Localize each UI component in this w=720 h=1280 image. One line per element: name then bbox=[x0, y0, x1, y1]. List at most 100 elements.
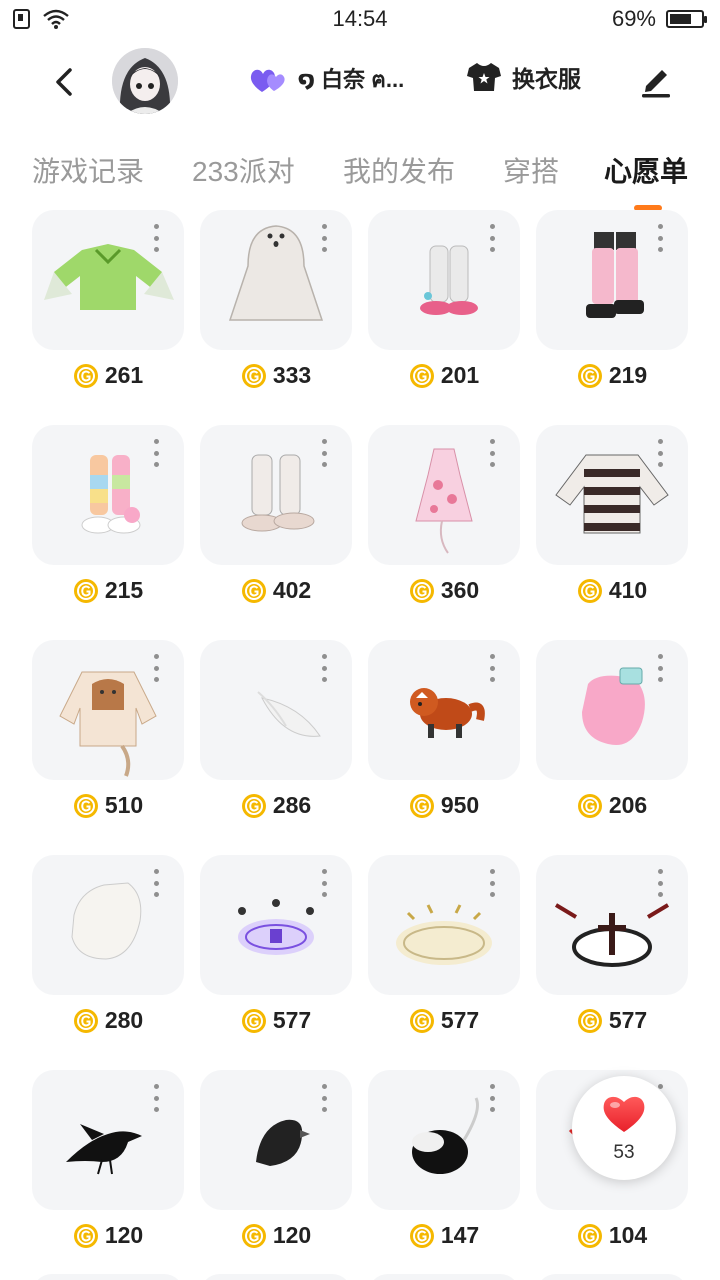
item-price: 577 bbox=[440, 1007, 480, 1033]
wishlist-item-card[interactable] bbox=[368, 855, 520, 995]
price-row: 950 bbox=[368, 792, 520, 819]
username-group[interactable]: ໑ 白奈 ฅ... bbox=[248, 62, 404, 97]
more-options-button[interactable] bbox=[318, 654, 330, 682]
coin-icon bbox=[577, 1223, 602, 1248]
wishlist-item[interactable]: 577 bbox=[368, 855, 520, 1055]
more-options-button[interactable] bbox=[486, 224, 498, 252]
wishlist-item-card[interactable] bbox=[32, 855, 184, 995]
wishlist-item[interactable]: 950 bbox=[368, 640, 520, 840]
more-options-button[interactable] bbox=[486, 1084, 498, 1112]
coin-icon bbox=[241, 1008, 266, 1033]
wishlist-item-card[interactable] bbox=[200, 425, 352, 565]
wishlist-item[interactable]: 219 bbox=[536, 210, 688, 410]
wishlist-item-card[interactable] bbox=[200, 640, 352, 780]
coin-icon bbox=[409, 363, 434, 388]
back-button[interactable] bbox=[44, 62, 84, 102]
more-options-button[interactable] bbox=[486, 439, 498, 467]
more-options-button[interactable] bbox=[318, 1084, 330, 1112]
coin-icon bbox=[577, 793, 602, 818]
wishlist-item-card[interactable] bbox=[368, 425, 520, 565]
coin-icon bbox=[73, 793, 98, 818]
wishlist-item[interactable]: 360 bbox=[368, 425, 520, 625]
coin-icon bbox=[409, 578, 434, 603]
wishlist-item[interactable]: 280 bbox=[32, 855, 184, 1055]
wishlist-item-card[interactable] bbox=[536, 210, 688, 350]
more-options-button[interactable] bbox=[150, 654, 162, 682]
coin-icon bbox=[241, 578, 266, 603]
tab-wishlist[interactable]: 心愿单 bbox=[604, 150, 688, 190]
wishlist-item[interactable]: 147 bbox=[368, 1070, 520, 1270]
price-row: 577 bbox=[200, 1007, 352, 1034]
wishlist-item-card[interactable] bbox=[200, 1070, 352, 1210]
item-price: 333 bbox=[272, 362, 312, 388]
wishlist-item-card[interactable] bbox=[368, 1070, 520, 1210]
wishlist-item[interactable]: 333 bbox=[200, 210, 352, 410]
tab-game-records[interactable]: 游戏记录 bbox=[32, 150, 144, 190]
like-button[interactable]: 53 bbox=[572, 1076, 676, 1180]
wishlist-item-card[interactable] bbox=[32, 1274, 184, 1280]
more-options-button[interactable] bbox=[654, 654, 666, 682]
wishlist-item-card[interactable] bbox=[368, 640, 520, 780]
wishlist-item-card[interactable] bbox=[200, 1274, 352, 1280]
like-count: 53 bbox=[613, 1142, 635, 1163]
price-row: 120 bbox=[32, 1222, 184, 1249]
wishlist-item-card[interactable] bbox=[536, 640, 688, 780]
more-options-button[interactable] bbox=[150, 1084, 162, 1112]
wishlist-item-card[interactable] bbox=[536, 425, 688, 565]
more-options-button[interactable] bbox=[150, 439, 162, 467]
more-options-button[interactable] bbox=[486, 654, 498, 682]
wishlist-item-card[interactable] bbox=[536, 855, 688, 995]
wishlist-item[interactable]: 402 bbox=[200, 425, 352, 625]
wishlist-item-card[interactable] bbox=[32, 1070, 184, 1210]
status-bar: 14:54 69% bbox=[0, 0, 720, 40]
wishlist-item[interactable]: 577 bbox=[200, 855, 352, 1055]
wishlist-item[interactable]: 206 bbox=[536, 640, 688, 840]
profile-tabs: 游戏记录 233派对 我的发布 穿搭 心愿单 bbox=[0, 140, 720, 211]
wishlist-item-card[interactable] bbox=[200, 210, 352, 350]
heart-icon bbox=[603, 1096, 645, 1132]
tab-my-posts[interactable]: 我的发布 bbox=[343, 150, 455, 190]
wishlist-item-card[interactable] bbox=[368, 210, 520, 350]
more-options-button[interactable] bbox=[654, 439, 666, 467]
price-row: 104 bbox=[536, 1222, 688, 1249]
wishlist-item[interactable]: 120 bbox=[32, 1070, 184, 1270]
wishlist-item-card[interactable] bbox=[32, 425, 184, 565]
wishlist-item[interactable]: 510 bbox=[32, 640, 184, 840]
price-row: 215 bbox=[32, 577, 184, 604]
wishlist-item[interactable]: 215 bbox=[32, 425, 184, 625]
item-price: 104 bbox=[608, 1222, 648, 1248]
price-row: 577 bbox=[368, 1007, 520, 1034]
wishlist-item[interactable]: 261 bbox=[32, 210, 184, 410]
wishlist-item-card[interactable] bbox=[368, 1274, 520, 1280]
tab-233-party[interactable]: 233派对 bbox=[192, 150, 295, 190]
wishlist-item[interactable]: 410 bbox=[536, 425, 688, 625]
avatar[interactable] bbox=[112, 48, 178, 114]
more-options-button[interactable] bbox=[654, 869, 666, 897]
tab-outfits[interactable]: 穿搭 bbox=[503, 150, 559, 190]
price-row: 201 bbox=[368, 362, 520, 389]
wishlist-item[interactable]: 286 bbox=[200, 640, 352, 840]
wishlist-item[interactable]: 201 bbox=[368, 210, 520, 410]
username: ໑ 白奈 ฅ... bbox=[298, 67, 405, 92]
change-outfit-button[interactable]: 换衣服 bbox=[466, 60, 581, 94]
price-row: 510 bbox=[32, 792, 184, 819]
more-options-button[interactable] bbox=[486, 869, 498, 897]
more-options-button[interactable] bbox=[318, 439, 330, 467]
item-price: 280 bbox=[104, 1007, 144, 1033]
coin-icon bbox=[577, 1008, 602, 1033]
wishlist-item-card[interactable] bbox=[200, 855, 352, 995]
more-options-button[interactable] bbox=[318, 869, 330, 897]
item-price: 120 bbox=[272, 1222, 312, 1248]
edit-button[interactable] bbox=[638, 62, 674, 98]
wishlist-item-card[interactable] bbox=[32, 640, 184, 780]
more-options-button[interactable] bbox=[318, 224, 330, 252]
coin-icon bbox=[241, 363, 266, 388]
wishlist-item-card[interactable] bbox=[536, 1274, 688, 1280]
item-price: 510 bbox=[104, 792, 144, 818]
wishlist-item-card[interactable] bbox=[32, 210, 184, 350]
more-options-button[interactable] bbox=[150, 224, 162, 252]
more-options-button[interactable] bbox=[654, 224, 666, 252]
wishlist-item[interactable]: 577 bbox=[536, 855, 688, 1055]
wishlist-item[interactable]: 120 bbox=[200, 1070, 352, 1270]
more-options-button[interactable] bbox=[150, 869, 162, 897]
